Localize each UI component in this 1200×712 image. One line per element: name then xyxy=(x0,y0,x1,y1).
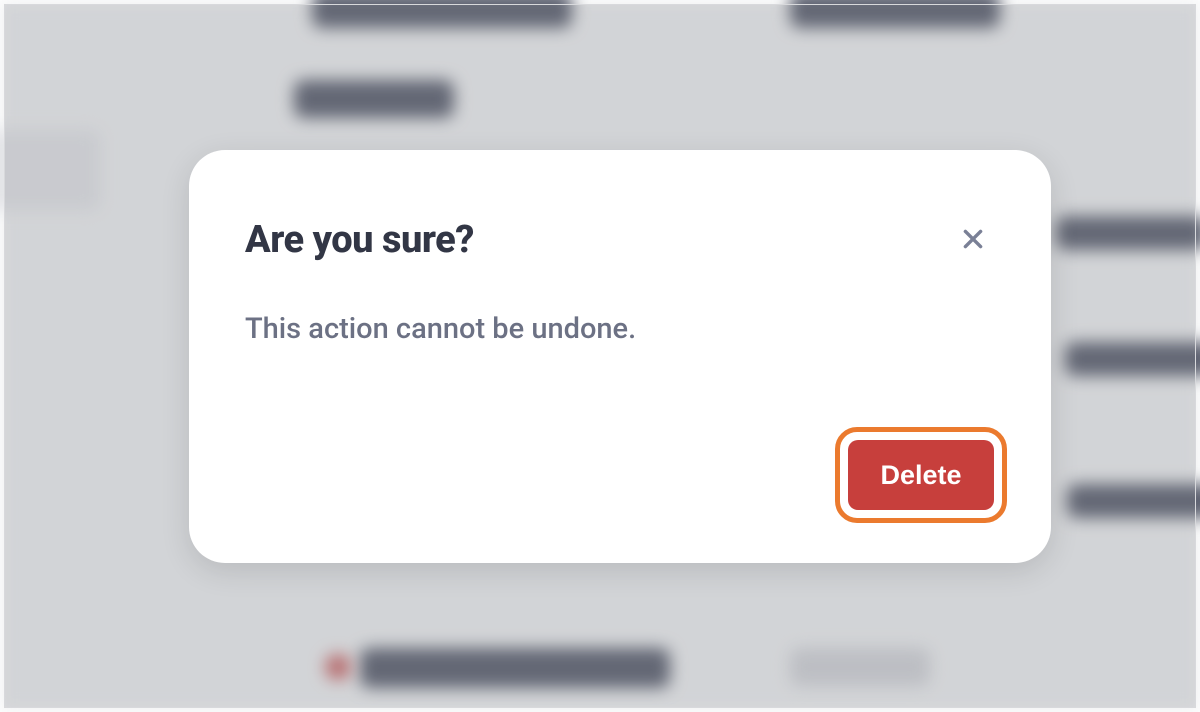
bg-shape xyxy=(0,130,100,210)
dialog-footer: Delete xyxy=(835,427,1007,523)
dialog-message: This action cannot be undone. xyxy=(245,312,995,346)
delete-highlight-ring: Delete xyxy=(835,427,1007,523)
bg-shape xyxy=(1065,342,1200,376)
bg-shape xyxy=(312,0,572,28)
bg-shape xyxy=(1056,216,1200,250)
bg-shape xyxy=(325,654,351,680)
bg-shape xyxy=(294,80,454,118)
dialog-title: Are you sure? xyxy=(245,218,474,262)
close-icon xyxy=(960,226,986,255)
close-button[interactable] xyxy=(951,218,995,262)
bg-shape xyxy=(790,0,1000,28)
confirm-delete-dialog: Are you sure? This action cannot be undo… xyxy=(189,150,1051,563)
delete-button[interactable]: Delete xyxy=(848,440,994,510)
bg-shape xyxy=(360,648,670,688)
dialog-header: Are you sure? xyxy=(245,218,995,262)
bg-shape xyxy=(1067,484,1200,518)
bg-shape xyxy=(790,648,930,686)
